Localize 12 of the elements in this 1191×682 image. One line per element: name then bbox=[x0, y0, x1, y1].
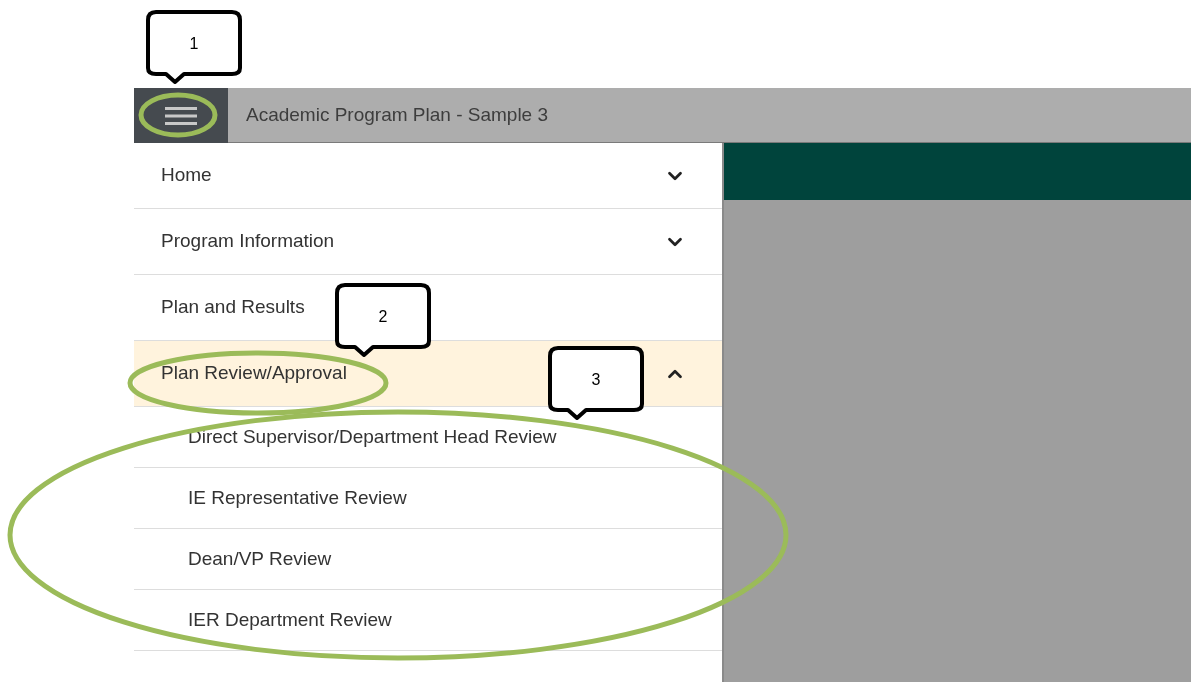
menu-icon bbox=[165, 105, 197, 126]
page-title: Academic Program Plan - Sample 3 bbox=[246, 102, 548, 127]
sidebar-label: Home bbox=[161, 163, 212, 188]
callout-number: 1 bbox=[188, 34, 200, 54]
sidebar-sublabel: Dean/VP Review bbox=[188, 546, 332, 571]
sidebar-label: Plan and Results bbox=[161, 295, 305, 320]
sidebar-label: Plan Review/Approval bbox=[161, 361, 347, 386]
sidebar-sublabel: IE Representative Review bbox=[188, 485, 407, 510]
callout-number: 3 bbox=[590, 370, 602, 390]
sidebar-sublabel: IER Department Review bbox=[188, 607, 392, 632]
callout-number: 2 bbox=[377, 307, 389, 327]
sidebar-label: Program Information bbox=[161, 229, 335, 254]
